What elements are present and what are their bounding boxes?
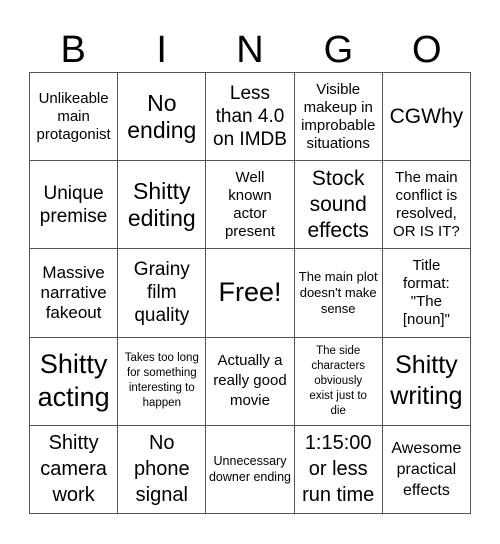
cell-text: 1:15:00 or less run time	[302, 432, 375, 507]
bingo-header: B I N G O	[29, 28, 471, 72]
cell-text: Massive narrative fakeout	[40, 262, 107, 322]
cell-text: Stock sound effects	[307, 166, 369, 242]
bingo-cell[interactable]: Well known actor present	[206, 161, 295, 250]
cell-text: Grainy film quality	[133, 259, 190, 327]
header-letter-n: N	[236, 29, 264, 71]
cell-text: Unique premise	[39, 182, 108, 227]
cell-text: The main conflict is resolved, OR IS IT?	[393, 168, 460, 240]
bingo-cell[interactable]: Awesome practical effects	[382, 425, 471, 514]
cell-text: The side characters obviously exist just…	[309, 344, 367, 417]
bingo-cell[interactable]: The main plot doesn't make sense	[294, 249, 383, 338]
cell-text: Free!	[218, 277, 282, 308]
header-letter-b: B	[60, 29, 86, 71]
bingo-cell[interactable]: Shitty editing	[118, 161, 207, 250]
bingo-cell[interactable]: The side characters obviously exist just…	[294, 337, 383, 426]
cell-text: Shitty acting	[37, 349, 110, 413]
bingo-cell[interactable]: Unique premise	[30, 161, 119, 250]
bingo-cell[interactable]: Grainy film quality	[118, 249, 207, 338]
bingo-cell[interactable]: Visible makeup in improbable situations	[294, 73, 383, 162]
bingo-grid: Unlikeable main protagonist No ending Le…	[29, 72, 471, 514]
bingo-cell[interactable]: No ending	[118, 73, 207, 162]
bingo-cell[interactable]: No phone signal	[118, 425, 207, 514]
bingo-cell[interactable]: The main conflict is resolved, OR IS IT?	[382, 161, 471, 250]
cell-text: No phone signal	[133, 432, 190, 507]
cell-text: Actually a really good movie	[213, 352, 287, 410]
bingo-cell[interactable]: Shitty writing	[382, 337, 471, 426]
bingo-cell[interactable]: Takes too long for something interesting…	[118, 337, 207, 426]
cell-text: No ending	[127, 89, 197, 143]
cell-text: Shitty editing	[127, 177, 196, 231]
cell-text: Visible makeup in improbable situations	[301, 80, 376, 152]
bingo-cell[interactable]: Unnecessary downer ending	[206, 425, 295, 514]
free-space[interactable]: Free!	[206, 249, 295, 338]
bingo-cell[interactable]: Actually a really good movie	[206, 337, 295, 426]
cell-text: The main plot doesn't make sense	[298, 268, 378, 316]
header-letter-i: I	[156, 29, 167, 71]
bingo-cell[interactable]: Less than 4.0 on IMDB	[206, 73, 295, 162]
cell-text: Title format: "The [noun]"	[402, 256, 450, 328]
header-letter-o: O	[412, 29, 442, 71]
cell-text: CGWhy	[389, 104, 464, 128]
bingo-cell[interactable]: 1:15:00 or less run time	[294, 425, 383, 514]
cell-text: Shitty writing	[390, 351, 463, 411]
cell-text: Less than 4.0 on IMDB	[213, 83, 287, 151]
bingo-cell[interactable]: Massive narrative fakeout	[30, 249, 119, 338]
cell-text: Shitty camera work	[40, 432, 107, 507]
bingo-cell[interactable]: Unlikeable main protagonist	[30, 73, 119, 162]
cell-text: Unlikeable main protagonist	[36, 89, 111, 143]
bingo-cell[interactable]: Stock sound effects	[294, 161, 383, 250]
cell-text: Well known actor present	[224, 168, 275, 240]
cell-text: Awesome practical effects	[391, 439, 462, 499]
header-letter-g: G	[323, 29, 354, 71]
bingo-cell[interactable]: Title format: "The [noun]"	[382, 249, 471, 338]
bingo-cell[interactable]: CGWhy	[382, 73, 471, 162]
cell-text: Takes too long for something interesting…	[124, 352, 199, 410]
bingo-cell[interactable]: Shitty acting	[30, 337, 119, 426]
cell-text: Unnecessary downer ending	[208, 454, 291, 485]
bingo-cell[interactable]: Shitty camera work	[30, 425, 119, 514]
